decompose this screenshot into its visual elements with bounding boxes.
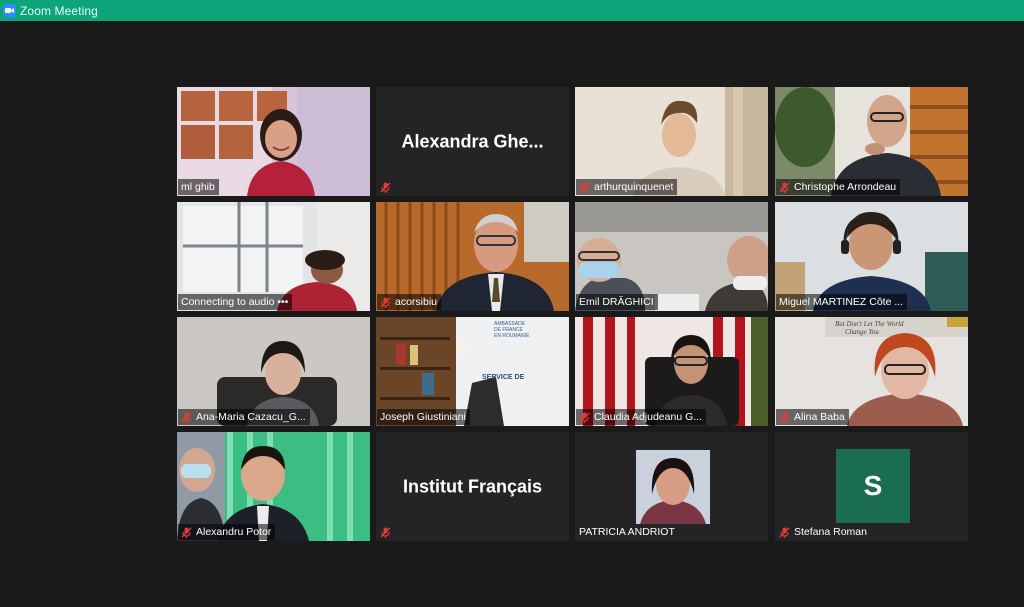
participant-name: arthurquinquenet <box>594 181 674 193</box>
participant-name-label: Ana-Maria Cazacu_G... <box>178 409 310 425</box>
participant-name-label: Joseph Giustiniani <box>377 409 470 425</box>
avatar: S <box>836 449 910 523</box>
participant-display-name: Alexandra Ghe... <box>401 131 544 151</box>
video-tile[interactable]: Alexandru Potor <box>177 432 370 541</box>
participant-name-label: Connecting to audio ••• <box>178 294 293 310</box>
participant-name-label: acorsibiu <box>377 294 442 310</box>
participant-name-label: Claudia Adjudeanu G... <box>576 409 706 425</box>
muted-microphone-icon <box>181 527 192 538</box>
muted-microphone-icon <box>579 182 590 193</box>
participant-name: Alina Baba <box>794 411 845 423</box>
video-tile[interactable]: Connecting to audio ••• <box>177 202 370 311</box>
muted-microphone-icon <box>181 412 192 423</box>
participant-name: Christophe Arrondeau <box>794 181 897 193</box>
muted-microphone-icon <box>380 527 391 538</box>
video-tile[interactable]: Miguel MARTINEZ Côte ... <box>775 202 968 311</box>
participant-name: ml ghib <box>181 181 215 193</box>
participant-name-label: Stefana Roman <box>776 524 871 540</box>
participant-name: Alexandru Potor <box>196 526 272 538</box>
participant-name-label: Alina Baba <box>776 409 849 425</box>
poster-line: SERVICE DE <box>482 374 525 381</box>
zoom-camera-icon <box>3 4 16 17</box>
video-tile[interactable]: Claudia Adjudeanu G... <box>575 317 768 426</box>
participant-name: Connecting to audio <box>181 296 275 308</box>
window-titlebar: Zoom Meeting <box>0 0 1024 21</box>
video-tile[interactable]: PATRICIA ANDRIOT <box>575 432 768 541</box>
video-tile-active-speaker[interactable]: Emil DRĂGHICI <box>575 202 768 311</box>
video-tile[interactable]: acorsibiu <box>376 202 569 311</box>
participant-name: Stefana Roman <box>794 526 867 538</box>
video-tile[interactable]: AMBASSADE DE FRANCE EN ROUMANIE SERVICE … <box>376 317 569 426</box>
muted-microphone-icon <box>380 297 391 308</box>
svg-text:But Don't Let The World: But Don't Let The World <box>835 320 904 328</box>
muted-microphone-icon <box>779 182 790 193</box>
muted-microphone-icon <box>779 527 790 538</box>
participant-name: Ana-Maria Cazacu_G... <box>196 411 306 423</box>
connecting-dots: ••• <box>277 296 289 308</box>
svg-text:Change You: Change You <box>845 328 879 336</box>
participant-name-label: PATRICIA ANDRIOT <box>576 524 679 540</box>
participant-name: Emil DRĂGHICI <box>579 296 654 308</box>
muted-microphone-icon <box>579 412 590 423</box>
participant-name-label: Christophe Arrondeau <box>776 179 901 195</box>
participant-name-label <box>377 524 399 540</box>
participant-name-label: arthurquinquenet <box>576 179 678 195</box>
video-tile-name-only[interactable]: Institut Français <box>376 432 569 541</box>
participant-name-label: Emil DRĂGHICI <box>576 294 658 310</box>
video-tile-name-only[interactable]: Alexandra Ghe... <box>376 87 569 196</box>
participant-name-label: ml ghib <box>178 179 219 195</box>
video-tile[interactable]: S Stefana Roman <box>775 432 968 541</box>
poster-line: EN ROUMANIE <box>494 333 530 339</box>
window-title: Zoom Meeting <box>20 3 98 18</box>
video-tile[interactable]: Christophe Arrondeau <box>775 87 968 196</box>
participant-name-label: Alexandru Potor <box>178 524 276 540</box>
video-tile[interactable]: ml ghib <box>177 87 370 196</box>
muted-microphone-icon <box>380 182 391 193</box>
video-tile[interactable]: But Don't Let The World Change You Alina… <box>775 317 968 426</box>
participant-name: PATRICIA ANDRIOT <box>579 526 675 538</box>
video-gallery: ml ghib Alexandra Ghe... arthurquinquene… <box>177 87 969 541</box>
video-tile[interactable]: Ana-Maria Cazacu_G... <box>177 317 370 426</box>
muted-microphone-icon <box>779 412 790 423</box>
participant-name: Claudia Adjudeanu G... <box>594 411 702 423</box>
participant-display-name: Institut Français <box>402 476 543 496</box>
participant-name: acorsibiu <box>395 296 438 308</box>
participant-name: Miguel MARTINEZ Côte ... <box>779 296 904 308</box>
participant-name: Joseph Giustiniani <box>380 411 466 423</box>
profile-picture <box>636 450 710 524</box>
video-tile[interactable]: arthurquinquenet <box>575 87 768 196</box>
participant-name-label: Miguel MARTINEZ Côte ... <box>776 294 908 310</box>
participant-name-label <box>377 179 399 195</box>
